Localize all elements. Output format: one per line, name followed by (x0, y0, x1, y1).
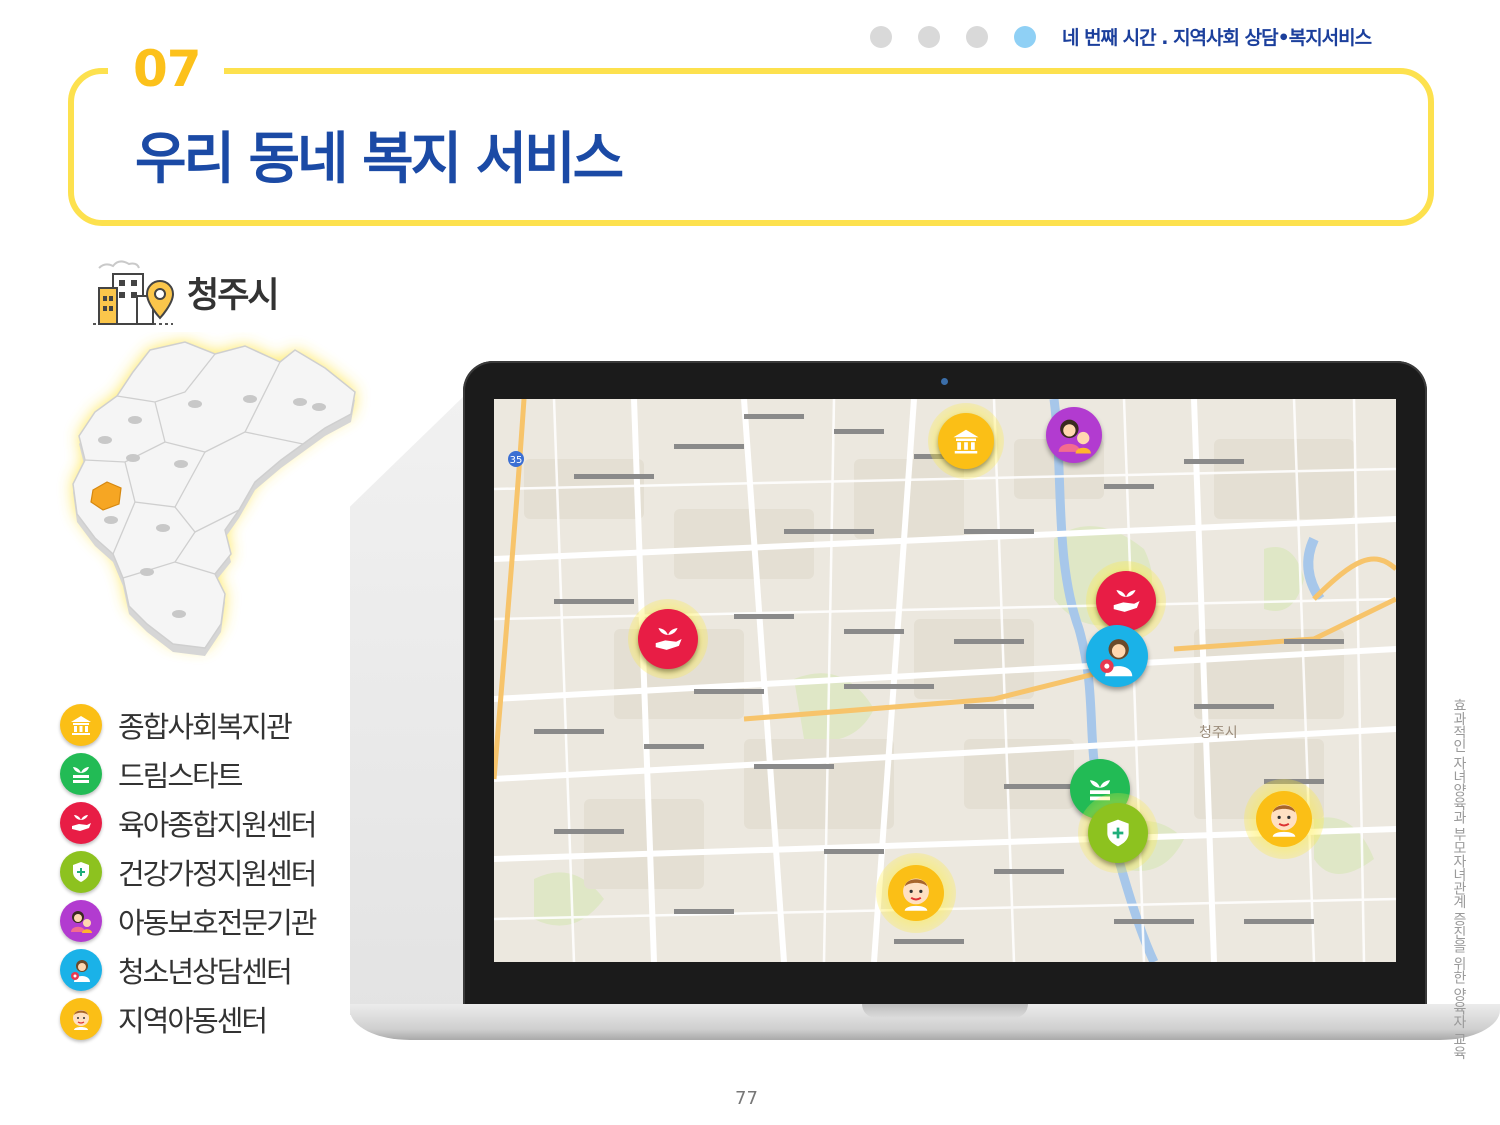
legend-item: 드림스타트 (60, 749, 315, 798)
svg-text:35: 35 (510, 455, 523, 466)
legend-item: 아동보호전문기관 (60, 896, 317, 945)
side-caption: 효과적인 자녀양육과 부모자녀관계 증진을 위한 양육자 교육 (1451, 698, 1467, 1060)
city-location-icon (93, 250, 175, 330)
childcare-hand-icon (1096, 571, 1156, 631)
legend-item: 건강가정지원센터 (60, 847, 317, 896)
province-map (55, 332, 375, 681)
legend-item: 청소년상담센터 (60, 945, 315, 994)
city-map: 35 청주시 (494, 399, 1396, 962)
legend-item: 종합사회복지관 (60, 700, 315, 749)
legend-label: 아동보호전문기관 (118, 905, 317, 940)
childcare-hand-icon (60, 801, 102, 844)
legend-label: 육아종합지원센터 (118, 807, 317, 842)
mother-child-icon (1046, 407, 1102, 463)
page-number: 77 (735, 1088, 758, 1109)
shield-cross-icon (60, 850, 102, 893)
svg-text:청주시: 청주시 (1199, 725, 1238, 741)
nav-dot (918, 26, 940, 48)
child-face-icon (888, 865, 944, 921)
section-number: 07 (133, 40, 202, 98)
page-title: 우리 동네 복지 서비스 (135, 127, 624, 192)
legend-item: 육아종합지원센터 (60, 798, 317, 847)
legend: 종합사회복지관 드림스타트 육아종합지원센터 건강가정지원센터 아동보호전문기관… (60, 700, 317, 1043)
dream-start-icon (60, 752, 102, 795)
childcare-hand-icon (638, 609, 698, 669)
mother-child-icon (60, 899, 102, 942)
breadcrumb: 네 번째 시간 . 지역사회 상담•복지서비스 (1062, 27, 1372, 49)
shield-cross-icon (1088, 803, 1148, 863)
legend-item: 지역아동센터 (60, 994, 315, 1043)
child-face-icon (60, 997, 102, 1040)
camera-icon (941, 378, 948, 385)
nav-dot (870, 26, 892, 48)
legend-label: 건강가정지원센터 (118, 856, 317, 891)
legend-label: 지역아동센터 (118, 1003, 268, 1038)
legend-label: 종합사회복지관 (118, 709, 293, 744)
nav-dot (966, 26, 988, 48)
legend-label: 드림스타트 (118, 758, 243, 793)
building-icon (60, 703, 102, 746)
child-face-icon (1256, 791, 1312, 847)
building-icon (938, 413, 994, 469)
page-nav-dots (870, 26, 1036, 48)
nav-dot-active (1014, 26, 1036, 48)
counselor-icon (1086, 625, 1148, 687)
counselor-icon (60, 948, 102, 991)
city-name: 청주시 (187, 276, 280, 316)
legend-label: 청소년상담센터 (118, 954, 293, 989)
